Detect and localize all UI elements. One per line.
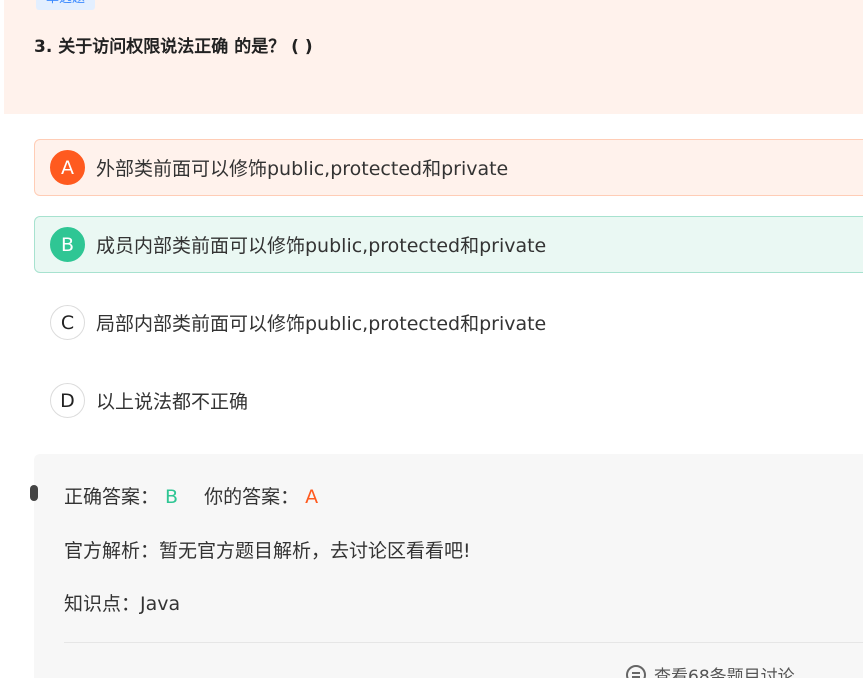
option-letter-c: C	[50, 305, 85, 340]
view-discussions-link[interactable]: 查看68条题目讨论	[626, 662, 795, 678]
option-b[interactable]: B 成员内部类前面可以修饰public,protected和private	[34, 216, 863, 273]
knowledge-point-value: Java	[140, 593, 181, 615]
knowledge-point: 知识点：Java	[64, 589, 180, 616]
question-text: 关于访问权限说法正确 的是？ ( )	[58, 37, 313, 57]
option-text-c: 局部内部类前面可以修饰public,protected和private	[96, 313, 547, 335]
panel-marker	[30, 485, 38, 501]
view-discussions-label: 查看68条题目讨论	[654, 667, 795, 678]
divider	[64, 642, 863, 643]
option-letter-b: B	[50, 227, 85, 262]
comment-icon	[626, 664, 646, 678]
answer-line: 正确答案： B 你的答案： A	[64, 482, 318, 509]
question-number: 3.	[34, 37, 53, 57]
question-page: 单选题 3.关于访问权限说法正确 的是？ ( ) A 外部类前面可以修饰publ…	[0, 0, 863, 678]
option-c[interactable]: C 局部内部类前面可以修饰public,protected和private	[34, 294, 863, 351]
option-text-d: 以上说法都不正确	[96, 391, 249, 413]
correct-answer-value: B	[165, 486, 179, 508]
official-analysis-label: 官方解析：	[64, 540, 160, 562]
official-analysis: 官方解析：暂无官方题目解析，去讨论区看看吧!	[64, 536, 471, 563]
correct-answer-label: 正确答案：	[64, 486, 160, 508]
answer-analysis-panel: 正确答案： B 你的答案： A 官方解析：暂无官方题目解析，去讨论区看看吧! 知识点：…	[30, 454, 863, 678]
question-title: 3. 关于访问权限说法正确 的是？ ( )	[34, 32, 313, 57]
question-header: 单选题 3.关于访问权限说法正确 的是？ ( )	[4, 0, 863, 114]
knowledge-point-label: 知识点：	[64, 593, 141, 615]
option-text-b: 成员内部类前面可以修饰public,protected和private	[96, 235, 547, 257]
option-a[interactable]: A 外部类前面可以修饰public,protected和private	[34, 139, 863, 196]
official-analysis-text: 暂无官方题目解析，去讨论区看看吧!	[159, 540, 471, 562]
option-letter-a: A	[50, 150, 85, 185]
question-type-badge: 单选题	[36, 0, 96, 10]
your-answer-label: 你的答案：	[204, 486, 300, 508]
your-answer-value: A	[305, 486, 319, 508]
option-text-a: 外部类前面可以修饰public,protected和private	[96, 158, 509, 180]
option-d[interactable]: D 以上说法都不正确	[34, 372, 863, 429]
option-letter-d: D	[50, 383, 85, 418]
